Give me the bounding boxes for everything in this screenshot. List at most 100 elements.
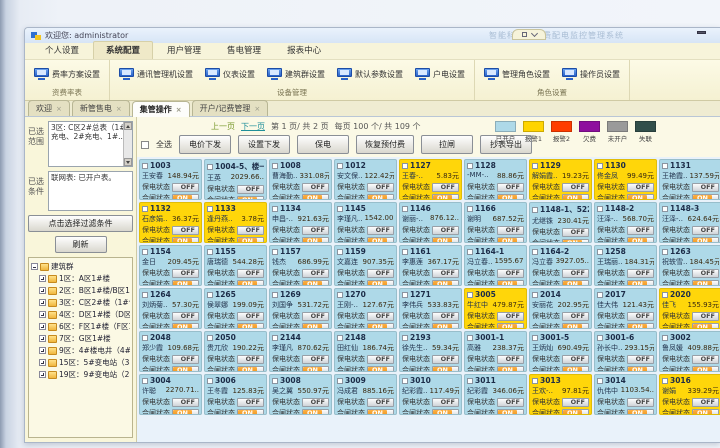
switch-toggle[interactable]: ON (692, 194, 719, 201)
guard-toggle[interactable]: OFF (302, 398, 329, 407)
meter-checkbox[interactable] (402, 206, 408, 212)
switch-toggle[interactable]: ON (367, 280, 394, 287)
guard-toggle[interactable]: OFF (627, 398, 654, 407)
meter-checkbox[interactable] (207, 249, 213, 255)
meter-checkbox[interactable] (272, 292, 278, 298)
guard-toggle[interactable]: OFF (172, 269, 199, 278)
switch-toggle[interactable]: ON (562, 323, 589, 330)
tree-item[interactable]: 19区：9#变电站（2#... (31, 369, 130, 380)
meter-checkbox[interactable] (142, 378, 148, 384)
switch-toggle[interactable]: ON (627, 366, 654, 373)
expand-icon[interactable] (39, 347, 46, 354)
guard-toggle[interactable]: OFF (497, 269, 524, 278)
collapse-icon[interactable] (31, 263, 38, 270)
switch-toggle[interactable]: ON (627, 194, 654, 201)
switch-toggle[interactable]: ON (692, 323, 719, 330)
menu-item-系统配置[interactable]: 系统配置 (93, 41, 153, 59)
switch-toggle[interactable]: ON (562, 194, 589, 201)
tree-item[interactable]: 7区：G区1#楼 (31, 333, 130, 344)
switch-toggle[interactable]: ON (237, 196, 264, 201)
switch-toggle[interactable]: ON (172, 280, 199, 287)
switch-toggle[interactable]: ON (627, 237, 654, 244)
meter-checkbox[interactable] (272, 206, 278, 212)
tab-close-icon[interactable]: × (176, 106, 182, 114)
meter-checkbox[interactable] (532, 249, 538, 255)
switch-toggle[interactable]: ON (497, 194, 524, 201)
switch-toggle[interactable]: ON (562, 366, 589, 373)
menu-item-报表中心[interactable]: 报表中心 (275, 42, 333, 59)
switch-toggle[interactable]: ON (497, 280, 524, 287)
toolbar-button-电价下发[interactable]: 电价下发 (179, 135, 231, 154)
meter-checkbox[interactable] (597, 378, 603, 384)
meter-checkbox[interactable] (662, 292, 668, 298)
meter-checkbox[interactable] (402, 163, 408, 169)
guard-toggle[interactable]: OFF (562, 312, 589, 321)
ribbon-button-户电设置[interactable]: 户电设置 (410, 65, 470, 83)
prev-page-link[interactable]: 上一页 (211, 121, 235, 132)
switch-toggle[interactable]: ON (172, 366, 199, 373)
meter-checkbox[interactable] (337, 163, 343, 169)
expand-icon[interactable] (39, 359, 46, 366)
guard-toggle[interactable]: OFF (302, 183, 329, 192)
meter-checkbox[interactable] (207, 292, 213, 298)
switch-toggle[interactable]: ON (627, 409, 654, 416)
switch-toggle[interactable]: ON (237, 366, 264, 373)
expand-icon[interactable] (39, 311, 46, 318)
meter-checkbox[interactable] (597, 335, 603, 341)
switch-toggle[interactable]: ON (497, 323, 524, 330)
toolbar-button-恢复预付费[interactable]: 恢复预付费 (356, 135, 414, 154)
guard-toggle[interactable]: OFF (367, 226, 394, 235)
meter-checkbox[interactable] (532, 207, 538, 213)
meter-checkbox[interactable] (207, 335, 213, 341)
switch-toggle[interactable]: ON (497, 366, 524, 373)
tab-开户/记费管理[interactable]: 开户/记费管理× (192, 100, 269, 116)
switch-toggle[interactable]: ON (302, 194, 329, 201)
meter-checkbox[interactable] (142, 249, 148, 255)
meter-checkbox[interactable] (142, 335, 148, 341)
switch-toggle[interactable]: ON (237, 323, 264, 330)
next-page-link[interactable]: 下一页 (241, 121, 265, 132)
meter-checkbox[interactable] (402, 292, 408, 298)
tree-item[interactable]: 15区：5#变电站（3#变... (31, 357, 130, 368)
guard-toggle[interactable]: OFF (432, 398, 459, 407)
meter-checkbox[interactable] (467, 378, 473, 384)
guard-toggle[interactable]: OFF (432, 355, 459, 364)
choose-filter-button[interactable]: 点击选择过滤条件 (28, 215, 133, 232)
selected-filter-box[interactable]: 联网表: 已开户表。 (48, 171, 133, 211)
guard-toggle[interactable]: OFF (432, 312, 459, 321)
meter-checkbox[interactable] (662, 378, 668, 384)
guard-toggle[interactable]: OFF (627, 226, 654, 235)
switch-toggle[interactable]: ON (562, 239, 589, 244)
guard-toggle[interactable]: OFF (692, 398, 719, 407)
guard-toggle[interactable]: OFF (627, 269, 654, 278)
switch-toggle[interactable]: ON (692, 237, 719, 244)
guard-toggle[interactable]: OFF (692, 312, 719, 321)
meter-checkbox[interactable] (662, 206, 668, 212)
meter-checkbox[interactable] (467, 292, 473, 298)
meter-checkbox[interactable] (597, 249, 603, 255)
guard-toggle[interactable]: OFF (562, 183, 589, 192)
switch-toggle[interactable]: ON (172, 194, 199, 201)
expand-icon[interactable] (522, 32, 527, 37)
guard-toggle[interactable]: OFF (367, 398, 394, 407)
meter-checkbox[interactable] (142, 206, 148, 212)
meter-checkbox[interactable] (207, 206, 213, 212)
switch-toggle[interactable]: ON (172, 237, 199, 244)
expand-icon[interactable] (39, 323, 46, 330)
switch-toggle[interactable]: ON (627, 280, 654, 287)
switch-toggle[interactable]: ON (432, 280, 459, 287)
guard-toggle[interactable]: OFF (562, 269, 589, 278)
guard-toggle[interactable]: OFF (692, 226, 719, 235)
meter-checkbox[interactable] (532, 292, 538, 298)
switch-toggle[interactable]: ON (172, 323, 199, 330)
ribbon-button-建筑群设置[interactable]: 建筑群设置 (262, 65, 330, 83)
ribbon-button-默认参数设置[interactable]: 默认参数设置 (332, 65, 408, 83)
meter-checkbox[interactable] (402, 378, 408, 384)
switch-toggle[interactable]: ON (367, 366, 394, 373)
guard-toggle[interactable]: OFF (367, 355, 394, 364)
toolbar-button-拉闸[interactable]: 拉闸 (421, 135, 473, 154)
meter-checkbox[interactable] (272, 249, 278, 255)
guard-toggle[interactable]: OFF (692, 355, 719, 364)
meter-checkbox[interactable] (142, 292, 148, 298)
scroll-down-icon[interactable] (124, 158, 132, 166)
